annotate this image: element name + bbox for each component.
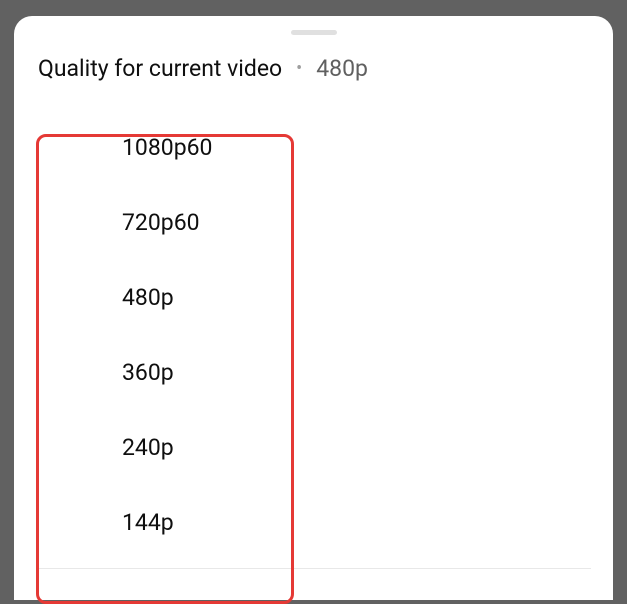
quality-option-label: 360p (122, 359, 174, 386)
quality-panel: Quality for current video • 480p 1080p60… (14, 16, 613, 600)
separator-dot: • (296, 58, 302, 79)
quality-option-480p[interactable]: 480p (14, 260, 613, 335)
quality-option-label: 240p (122, 434, 174, 461)
panel-title: Quality for current video (38, 55, 282, 82)
quality-option-1080p60[interactable]: 1080p60 (14, 110, 613, 185)
quality-option-720p60[interactable]: 720p60 (14, 185, 613, 260)
quality-option-label: 144p (122, 509, 174, 536)
quality-option-label: 1080p60 (122, 134, 212, 161)
drag-handle[interactable] (291, 30, 337, 35)
panel-header: Quality for current video • 480p (14, 55, 613, 82)
quality-options-list: 1080p60 720p60 480p 360p 240p 144p (14, 110, 613, 560)
quality-option-label: 480p (122, 284, 174, 311)
quality-option-360p[interactable]: 360p (14, 335, 613, 410)
current-quality-value: 480p (316, 55, 368, 82)
quality-option-label: 720p60 (122, 209, 200, 236)
quality-option-144p[interactable]: 144p (14, 485, 613, 560)
quality-option-240p[interactable]: 240p (14, 410, 613, 485)
divider (36, 568, 591, 569)
